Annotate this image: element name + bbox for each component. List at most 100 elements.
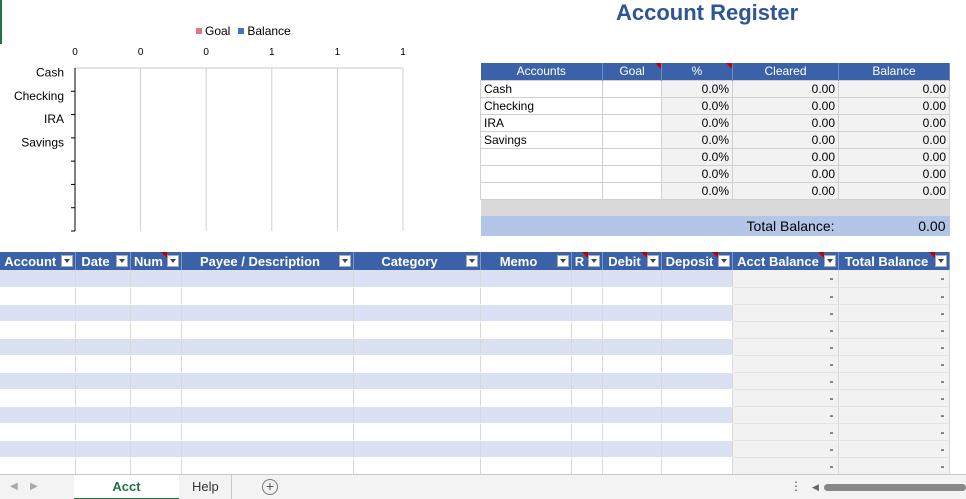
filter-dropdown-icon[interactable]: [166, 255, 179, 267]
register-cell[interactable]: [480, 321, 572, 339]
scroll-tabs-left-icon[interactable]: ◀: [10, 481, 18, 492]
register-cell[interactable]: [130, 321, 182, 339]
acct-balance-cell[interactable]: -: [732, 304, 839, 322]
summary-header-cleared[interactable]: Cleared: [732, 63, 839, 80]
register-header-date[interactable]: Date: [75, 252, 131, 270]
summary-account-cell[interactable]: IRA: [480, 113, 603, 132]
register-cell[interactable]: [661, 406, 733, 424]
register-cell[interactable]: [602, 270, 662, 288]
register-cell[interactable]: [0, 389, 76, 407]
register-cell[interactable]: [353, 287, 481, 305]
register-cell[interactable]: [353, 440, 481, 458]
summary-pct-cell[interactable]: 0.0%: [661, 181, 733, 200]
register-cell[interactable]: [75, 270, 131, 288]
register-cell[interactable]: [75, 423, 131, 441]
register-cell[interactable]: [353, 457, 481, 475]
register-cell[interactable]: [602, 440, 662, 458]
summary-cleared-cell[interactable]: 0.00: [732, 96, 839, 115]
total-balance-value[interactable]: 0.00: [838, 216, 950, 236]
filter-dropdown-icon[interactable]: [587, 255, 600, 267]
acct-balance-cell[interactable]: -: [732, 270, 839, 288]
summary-balance-cell[interactable]: 0.00: [838, 181, 950, 200]
register-cell[interactable]: [571, 321, 603, 339]
summary-balance-cell[interactable]: 0.00: [838, 130, 950, 149]
register-cell[interactable]: [480, 287, 572, 305]
acct-balance-cell[interactable]: -: [732, 457, 839, 475]
register-cell[interactable]: [571, 423, 603, 441]
register-cell[interactable]: [480, 270, 572, 288]
register-cell[interactable]: [0, 423, 76, 441]
summary-account-cell[interactable]: [480, 147, 603, 166]
register-cell[interactable]: [130, 423, 182, 441]
register-cell[interactable]: [0, 355, 76, 373]
more-options-icon[interactable]: ⋮: [790, 479, 802, 493]
register-cell[interactable]: [353, 321, 481, 339]
register-header-num[interactable]: Num: [130, 252, 182, 270]
summary-header-pct[interactable]: %: [661, 63, 733, 80]
summary-header-accounts[interactable]: Accounts: [480, 63, 603, 80]
register-cell[interactable]: [0, 406, 76, 424]
total-balance-cell[interactable]: -: [838, 372, 950, 390]
register-cell[interactable]: [75, 338, 131, 356]
register-cell[interactable]: [480, 372, 572, 390]
register-cell[interactable]: [181, 406, 354, 424]
summary-balance-cell[interactable]: 0.00: [838, 164, 950, 183]
sort-filter-dropdown-icon[interactable]: [115, 255, 128, 267]
total-balance-cell[interactable]: -: [838, 440, 950, 458]
register-cell[interactable]: [480, 423, 572, 441]
register-cell[interactable]: [602, 457, 662, 475]
register-cell[interactable]: [571, 389, 603, 407]
register-header-memo[interactable]: Memo: [480, 252, 572, 270]
register-cell[interactable]: [661, 270, 733, 288]
register-cell[interactable]: [130, 287, 182, 305]
register-cell[interactable]: [602, 423, 662, 441]
register-cell[interactable]: [480, 389, 572, 407]
register-cell[interactable]: [480, 355, 572, 373]
hscroll-left-icon[interactable]: ◀: [812, 482, 819, 493]
total-balance-cell[interactable]: -: [838, 287, 950, 305]
register-header-acct-balance[interactable]: Acct Balance: [732, 252, 839, 270]
summary-pct-cell[interactable]: 0.0%: [661, 164, 733, 183]
register-cell[interactable]: [571, 440, 603, 458]
goal-balance-chart[interactable]: Goal Balance 0 0 0 1 1 1 Cash Checking IRA Saving…: [0, 18, 420, 236]
summary-goal-cell[interactable]: [602, 130, 662, 149]
summary-cleared-cell[interactable]: 0.00: [732, 164, 839, 183]
acct-balance-cell[interactable]: -: [732, 355, 839, 373]
summary-goal-cell[interactable]: [602, 79, 662, 98]
register-cell[interactable]: [480, 457, 572, 475]
summary-account-cell[interactable]: [480, 181, 603, 200]
register-cell[interactable]: [353, 355, 481, 373]
register-cell[interactable]: [353, 389, 481, 407]
acct-balance-cell[interactable]: -: [732, 440, 839, 458]
register-cell[interactable]: [571, 355, 603, 373]
total-balance-cell[interactable]: -: [838, 457, 950, 475]
total-balance-cell[interactable]: -: [838, 355, 950, 373]
add-sheet-icon[interactable]: +: [262, 479, 278, 495]
register-cell[interactable]: [353, 372, 481, 390]
tab-help[interactable]: Help: [180, 475, 232, 499]
register-cell[interactable]: [571, 270, 603, 288]
filter-dropdown-icon[interactable]: [934, 255, 947, 267]
total-balance-cell[interactable]: -: [838, 304, 950, 322]
summary-pct-cell[interactable]: 0.0%: [661, 113, 733, 132]
summary-account-cell[interactable]: Cash: [480, 79, 603, 98]
total-balance-cell[interactable]: -: [838, 321, 950, 339]
register-cell[interactable]: [661, 372, 733, 390]
register-cell[interactable]: [181, 304, 354, 322]
filter-dropdown-icon[interactable]: [646, 255, 659, 267]
register-cell[interactable]: [602, 406, 662, 424]
register-cell[interactable]: [0, 338, 76, 356]
summary-cleared-cell[interactable]: 0.00: [732, 147, 839, 166]
register-cell[interactable]: [181, 287, 354, 305]
register-cell[interactable]: [0, 304, 76, 322]
register-cell[interactable]: [602, 338, 662, 356]
register-cell[interactable]: [571, 457, 603, 475]
summary-balance-cell[interactable]: 0.00: [838, 96, 950, 115]
register-cell[interactable]: [130, 304, 182, 322]
register-cell[interactable]: [75, 321, 131, 339]
register-cell[interactable]: [661, 304, 733, 322]
register-cell[interactable]: [0, 440, 76, 458]
register-cell[interactable]: [130, 440, 182, 458]
register-header-debit[interactable]: Debit: [602, 252, 662, 270]
register-cell[interactable]: [75, 355, 131, 373]
